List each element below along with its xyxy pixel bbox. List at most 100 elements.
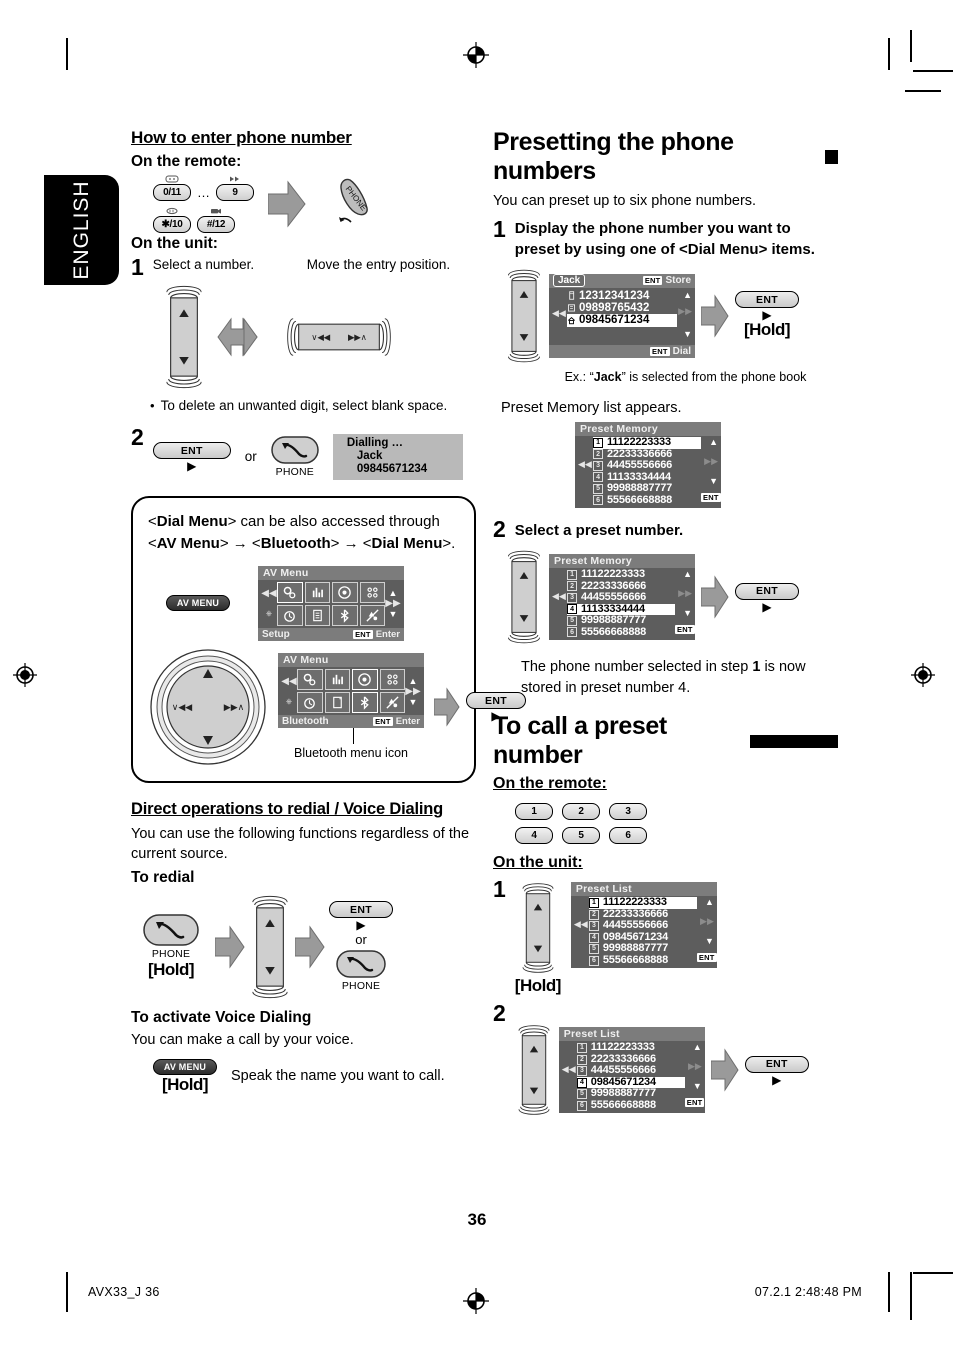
dial-menu-screen: Jack ENT Store ◀◀ 12312341234 0989876543… [549, 273, 695, 358]
scroll-strip-redial[interactable] [249, 893, 291, 1001]
bullet-text: To delete an unwanted digit, select blan… [160, 397, 448, 413]
dial-menu-prev-icon: ◀◀ [552, 307, 566, 318]
remote-preset-key-3[interactable]: 3 [609, 803, 647, 821]
av-icon-bluetooth-2[interactable] [352, 692, 378, 714]
remote-preset-key-4[interactable]: 4 [515, 827, 553, 845]
phone-button-redial[interactable]: PHONE [Hold] [131, 913, 211, 980]
preset-list-1-row-6[interactable]: 6 55566668888 [588, 954, 697, 967]
preset-list-2-next-icon: ▶▶ [687, 1061, 702, 1072]
ent-button-redial-label: ENT [329, 901, 393, 919]
ent-button-preset-1[interactable]: ENT ▶ [Hold] [735, 291, 799, 340]
av-menu-button-1[interactable]: AV MENU [166, 595, 230, 612]
av-icon-equalizer-2[interactable] [324, 669, 350, 691]
scroll-down-icon-1[interactable]: ▼ [385, 609, 401, 619]
dial-menu-row-3[interactable]: 09845671234 [567, 313, 677, 327]
scroll-strip-preset-1[interactable] [505, 268, 543, 364]
preset-memory-2-row-5-index: 5 [567, 615, 577, 626]
phone-paddle-button[interactable]: PHONE [320, 176, 376, 232]
bluetooth-indicator-icon-2: ⎈ [285, 696, 293, 706]
remote-key-0[interactable]: 0/11 [153, 175, 191, 201]
preset-list-2-row-6-index: 6 [576, 1100, 587, 1111]
note-part-6: > → < [330, 535, 372, 553]
preset-list-1-scroll-down-icon[interactable]: ▼ [697, 936, 714, 946]
scroll-strip-call-2[interactable] [515, 1024, 553, 1116]
av-icon-off[interactable] [359, 604, 385, 626]
preset-memory-2-row-5[interactable]: 5 99988887777 [567, 615, 675, 627]
av-icon-mode[interactable] [332, 581, 358, 603]
preset-memory-2-row-1[interactable]: 1 11122223333 [567, 569, 675, 581]
preset-memory-2-scroll-down-icon[interactable]: ▼ [675, 608, 692, 618]
preset-result-part-1: The phone number selected in step [521, 659, 753, 676]
av-icon-setup-2[interactable] [297, 669, 323, 691]
ent-button-preset-2[interactable]: ENT ▶ [735, 582, 799, 613]
dial-menu-name-tag: Jack [553, 274, 586, 288]
scroll-strip-horizontal[interactable]: ∨◀◀ ▶▶∧ [283, 315, 395, 359]
preset-memory-2-row-3[interactable]: 3 44455556666 [567, 592, 675, 604]
heading-to-call-label: To call a preset number [493, 712, 667, 770]
control-dial[interactable]: ∨◀◀ ▶▶∧ [148, 647, 268, 767]
av-icon-bluetooth-1[interactable] [332, 604, 358, 626]
remote-key-9[interactable]: 9 [216, 175, 254, 201]
av-menu-button-hold-label: AV MENU [153, 1058, 217, 1075]
ent-button-redial[interactable]: ENT ▶ [329, 901, 393, 931]
preset-memory-appears-text: Preset Memory list appears. [501, 399, 682, 416]
av-icon-mode-2[interactable] [352, 669, 378, 691]
preset-memory-1-scroll-down-icon[interactable]: ▼ [701, 476, 718, 486]
phone-button-redial-2[interactable]: PHONE [336, 949, 386, 992]
dial-menu-row-2[interactable]: 09898765432 [567, 302, 677, 314]
preset-memory-1-row-1[interactable]: 1 11122223333 [593, 437, 701, 449]
preset-list-2-row-6[interactable]: 6 55566668888 [576, 1099, 685, 1112]
av-icon-dimmer-2[interactable] [379, 669, 405, 691]
scroll-down-icon-2[interactable]: ▼ [405, 697, 421, 707]
scroll-strip-call-1[interactable] [519, 882, 557, 974]
footer-file-label: AVX33_J 36 [88, 1285, 160, 1299]
bullet-delete-digit: • To delete an unwanted digit, select bl… [150, 397, 476, 416]
scroll-up-icon-2[interactable]: ▲ [405, 676, 421, 686]
preset-list-1-row-3-index: 3 [588, 921, 599, 932]
ent-button-label: ENT [152, 442, 231, 460]
ent-button-step2[interactable]: ENT ▶ [152, 442, 231, 472]
preset-memory-2-prev-icon: ◀◀ [552, 591, 566, 602]
heading-marker-square [825, 150, 838, 164]
preset-list-2-scroll-up-icon[interactable]: ▲ [685, 1042, 702, 1052]
preset-memory-1-scroll-up-icon[interactable]: ▲ [701, 437, 718, 447]
preset-memory-2-scroll-up-icon[interactable]: ▲ [675, 569, 692, 579]
preset-list-2-prev-icon: ◀◀ [561, 1064, 576, 1075]
dial-menu-scroll-down-icon[interactable]: ▼ [677, 329, 692, 339]
av-icon-list-2[interactable] [324, 692, 350, 714]
preset-memory-1-row-6[interactable]: 6 55566668888 [593, 494, 701, 507]
av-icon-clock[interactable] [277, 604, 303, 626]
scroll-strip-preset-2[interactable] [505, 549, 543, 645]
ent-button-call[interactable]: ENT ▶ [744, 1055, 809, 1086]
preset-memory-2-next-icon: ▶▶ [678, 588, 692, 599]
remote-preset-key-2[interactable]: 2 [562, 803, 600, 821]
av-menu-button-hold[interactable]: AV MENU [Hold] [153, 1058, 217, 1095]
phone-button-step2[interactable]: PHONE [271, 435, 319, 478]
preset-memory-1-rows: 1 11122223333 2 22233336666 3 44455556666 4… [593, 437, 701, 506]
preset-memory-1-row-3[interactable]: 3 44455556666 [593, 460, 701, 472]
example-prefix: Ex.: “ [564, 369, 594, 384]
av-icon-off-2[interactable] [379, 692, 405, 714]
remote-key-star[interactable]: ✱/10 [153, 207, 191, 233]
av-icon-setup[interactable] [277, 581, 303, 603]
av-icon-equalizer[interactable] [304, 581, 330, 603]
av-icon-list[interactable] [304, 604, 330, 626]
voice-dialing-intro: You can make a call by your voice. [131, 1031, 354, 1048]
preset-list-1-scroll-up-icon[interactable]: ▲ [697, 897, 714, 907]
dial-menu-scroll-up-icon[interactable]: ▲ [677, 290, 692, 300]
heading-presetting-label: Presetting the phone numbers [493, 128, 734, 185]
scroll-up-icon-1[interactable]: ▲ [385, 588, 401, 598]
av-icon-dimmer[interactable] [359, 581, 385, 603]
remote-key-hash[interactable]: #/12 [197, 207, 235, 233]
av-icon-clock-2[interactable] [297, 692, 323, 714]
remote-preset-key-1[interactable]: 1 [515, 803, 553, 821]
preset-memory-1-row-5[interactable]: 5 99988887777 [593, 483, 701, 495]
preset-memory-2-row-6[interactable]: 6 55566668888 [567, 626, 675, 639]
dial-menu-row-1[interactable]: 12312341234 [567, 290, 677, 302]
preset-list-2-scroll-down-icon[interactable]: ▼ [685, 1081, 702, 1091]
remote-key-hash-label: #/12 [197, 216, 235, 233]
remote-preset-key-6[interactable]: 6 [609, 827, 647, 845]
prev-track-icon-1: ◀◀ [261, 588, 277, 600]
scroll-strip-vertical[interactable] [163, 283, 205, 391]
remote-preset-key-5[interactable]: 5 [562, 827, 600, 845]
